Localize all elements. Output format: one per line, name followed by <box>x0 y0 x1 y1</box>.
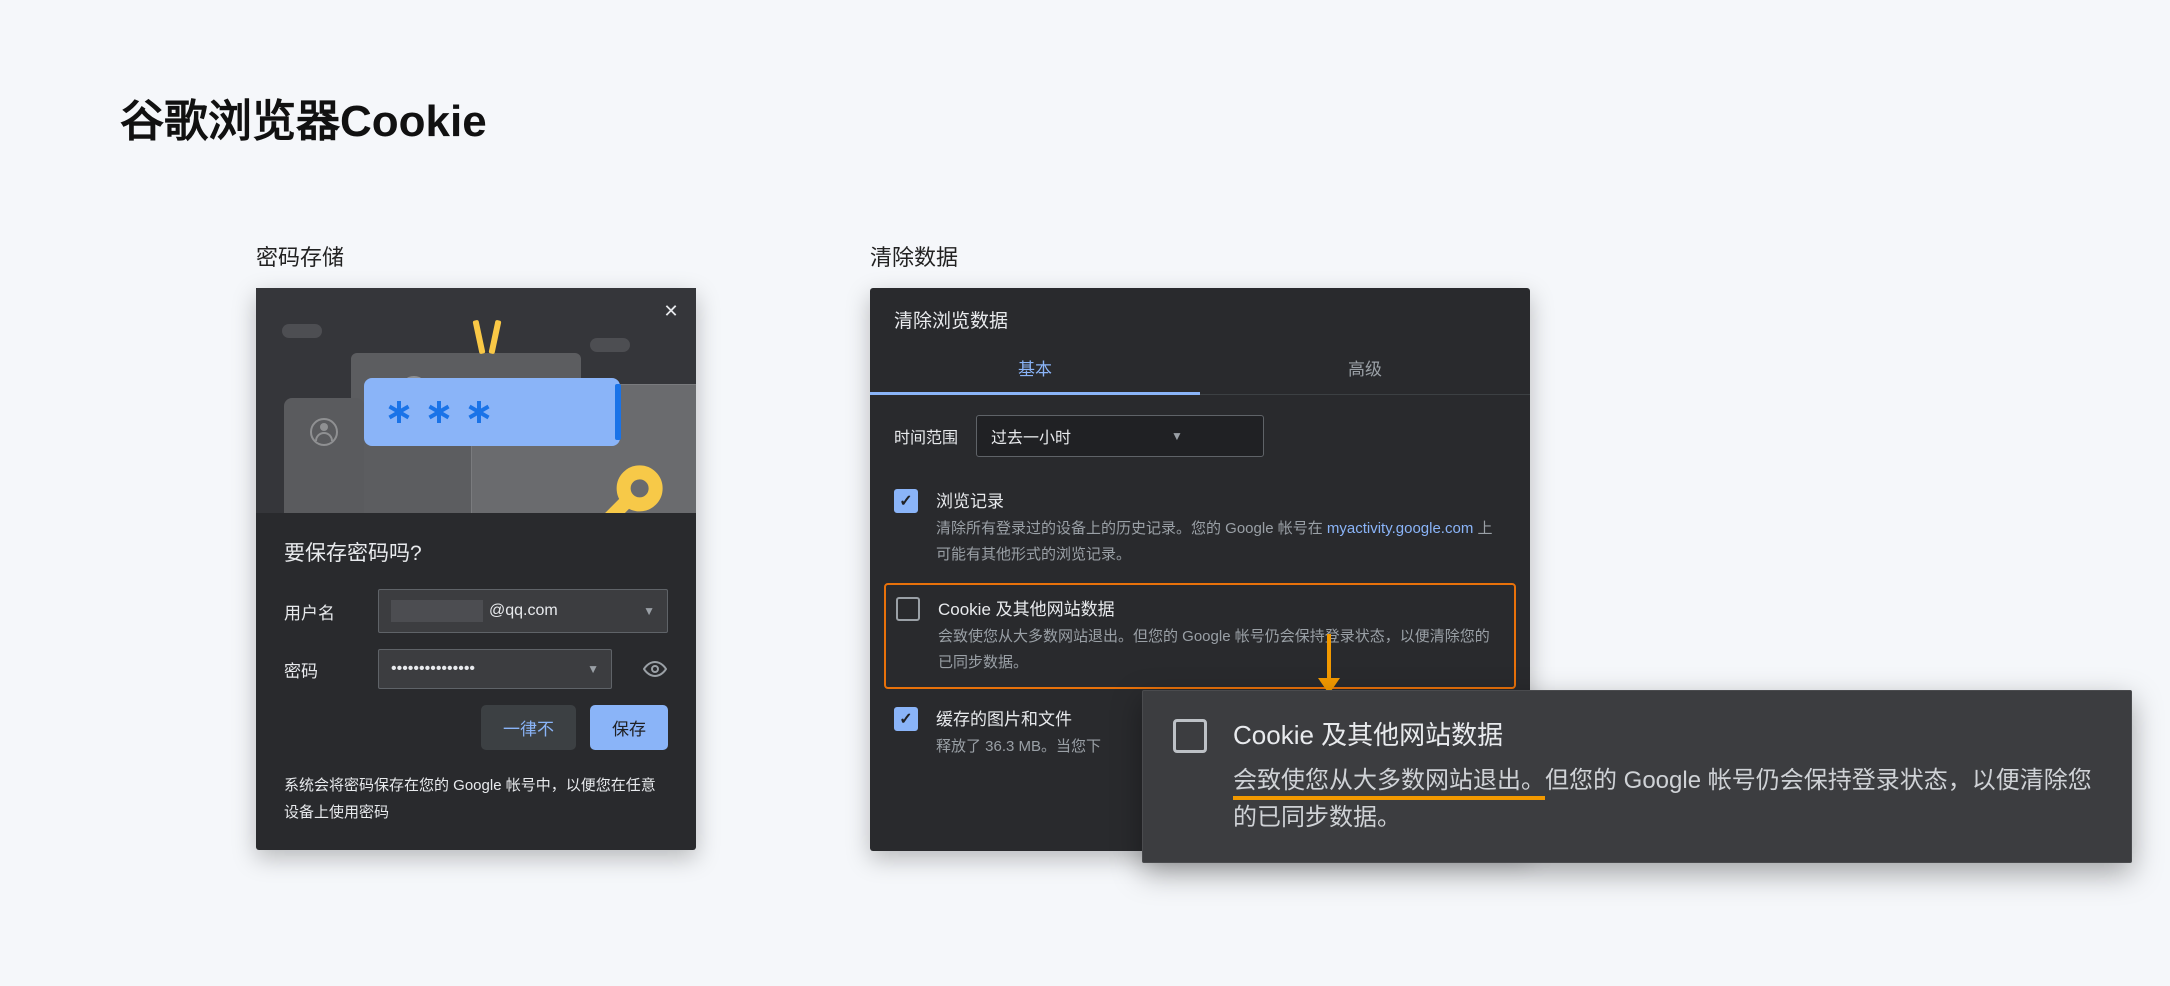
checkbox-history[interactable] <box>894 489 918 513</box>
cookie-zoom-panel: Cookie 及其他网站数据 会致使您从大多数网站退出。但您的 Google 帐… <box>1142 690 2132 863</box>
checkbox-cache[interactable] <box>894 707 918 731</box>
cloud-decoration <box>282 324 322 338</box>
cache-title: 缓存的图片和文件 <box>936 705 1101 730</box>
username-label: 用户名 <box>284 599 358 624</box>
password-hero: ✕ <box>256 288 696 513</box>
password-value: ••••••••••••••• <box>391 660 475 678</box>
checkbox-cookies[interactable] <box>896 597 920 621</box>
tab-basic[interactable]: 基本 <box>870 341 1200 395</box>
password-footer-text: 系统会将密码保存在您的 Google 帐号中，以便您在任意设备上使用密码 <box>256 750 696 826</box>
username-select[interactable]: @qq.com ▼ <box>378 589 668 633</box>
zoom-title: Cookie 及其他网站数据 <box>1233 715 2101 752</box>
page-title: 谷歌浏览器Cookie <box>120 85 487 149</box>
clear-section-label: 清除数据 <box>870 240 1530 272</box>
password-select[interactable]: ••••••••••••••• ▼ <box>378 649 612 689</box>
highlighted-cookie-item: Cookie 及其他网站数据 会致使您从大多数网站退出。但您的 Google 帐… <box>884 583 1516 689</box>
chevron-down-icon: ▼ <box>643 604 655 618</box>
avatar-icon <box>310 418 338 446</box>
alert-lines <box>476 320 498 354</box>
time-range-value: 过去一小时 <box>991 424 1071 448</box>
clear-item-history: 浏览记录 清除所有登录过的设备上的历史记录。您的 Google 帐号在 myac… <box>870 477 1530 579</box>
tab-advanced[interactable]: 高级 <box>1200 341 1530 395</box>
arrow-down-icon <box>1318 634 1340 694</box>
clear-dialog-title: 清除浏览数据 <box>870 288 1530 341</box>
cookies-title: Cookie 及其他网站数据 <box>938 595 1504 620</box>
save-button[interactable]: 保存 <box>590 705 668 750</box>
chevron-down-icon: ▼ <box>1171 429 1183 443</box>
myactivity-link[interactable]: myactivity.google.com <box>1327 520 1473 537</box>
eye-icon[interactable] <box>642 656 668 682</box>
password-section-label: 密码存储 <box>256 240 696 272</box>
chevron-down-icon: ▼ <box>587 662 599 676</box>
history-title: 浏览记录 <box>936 487 1506 512</box>
cookies-desc: 会致使您从大多数网站退出。但您的 Google 帐号仍会保持登录状态，以便清除您… <box>938 624 1504 675</box>
never-button[interactable]: 一律不 <box>481 705 576 750</box>
username-value: @qq.com <box>489 602 558 620</box>
time-range-select[interactable]: 过去一小时 ▼ <box>976 415 1264 457</box>
close-icon[interactable]: ✕ <box>658 298 684 324</box>
cloud-decoration <box>590 338 630 352</box>
password-label: 密码 <box>284 657 358 682</box>
password-dialog-title: 要保存密码吗? <box>284 537 668 567</box>
checkbox-cookies-zoom[interactable] <box>1173 719 1207 753</box>
device-phone <box>284 398 364 513</box>
cache-desc: 释放了 36.3 MB。当您下 <box>936 734 1101 760</box>
cursor-indicator <box>615 384 621 440</box>
history-desc: 清除所有登录过的设备上的历史记录。您的 Google 帐号在 myactivit… <box>936 516 1506 567</box>
zoom-desc: 会致使您从大多数网站退出。但您的 Google 帐号仍会保持登录状态，以便清除您… <box>1233 762 2101 836</box>
password-pill <box>364 378 620 446</box>
time-range-label: 时间范围 <box>894 424 958 448</box>
password-save-dialog: ✕ 要保存密码吗? 用户名 <box>256 288 696 850</box>
